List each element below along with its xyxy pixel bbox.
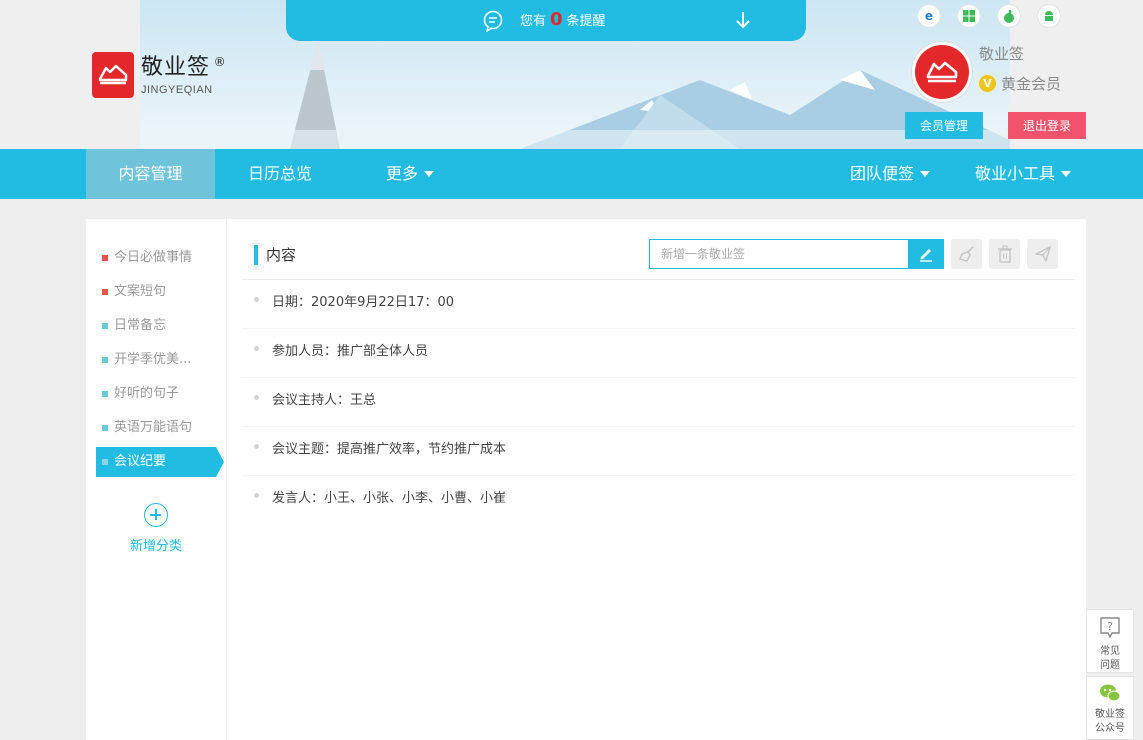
nav-more[interactable]: 更多 [345, 149, 475, 199]
trash-icon [997, 245, 1012, 263]
delete-button[interactable] [989, 239, 1020, 269]
brand-name: 敬业签 ® [141, 54, 226, 82]
note-item[interactable]: 日期：2020年9月22日17：00 [242, 280, 1075, 329]
note-item[interactable]: 参加人员：推广部全体人员 [242, 329, 1075, 378]
wechat-label: 敬业签 公众号 [1095, 709, 1125, 734]
category-item[interactable]: 好听的句子 [96, 379, 216, 409]
category-dot [102, 255, 108, 261]
windows-icon[interactable] [958, 5, 980, 27]
header: 敬业签® JINGYEQIAN 您有0条提醒 e 敬业签 V 黄金会员 会 [0, 0, 1143, 149]
note-item[interactable]: 会议主题：提高推广效率，节约推广成本 [242, 427, 1075, 476]
category-item[interactable]: 今日必做事情 [96, 243, 216, 273]
category-sidebar: 今日必做事情 文案短句 日常备忘 开学季优美... 好听的句子 英语万能语句 会… [86, 219, 227, 740]
ie-icon[interactable]: e [918, 5, 940, 27]
brand-name-en: JINGYEQIAN [141, 84, 213, 96]
brand-logo[interactable]: 敬业签 ® JINGYEQIAN [92, 52, 226, 98]
svg-text:?: ? [1107, 620, 1113, 633]
nav-content-management[interactable]: 内容管理 [86, 149, 215, 199]
vip-badge-icon: V [979, 75, 996, 92]
category-item[interactable]: 日常备忘 [96, 311, 216, 341]
content-panel: 今日必做事情 文案短句 日常备忘 开学季优美... 好听的句子 英语万能语句 会… [86, 219, 1086, 740]
wechat-icon [1100, 684, 1121, 702]
reminder-bar[interactable]: 您有 0 条提醒 [286, 0, 806, 41]
new-note-input[interactable] [649, 239, 909, 269]
category-dot [102, 425, 108, 431]
note-list: 日期：2020年9月22日17：00 参加人员：推广部全体人员 会议主持人：王总… [242, 280, 1075, 525]
note-item[interactable]: 发言人：小王、小张、小李、小曹、小崔 [242, 476, 1075, 525]
question-icon: ? [1100, 617, 1120, 639]
member-level: V 黄金会员 [979, 73, 1061, 94]
message-icon [482, 10, 504, 36]
nav-calendar-overview[interactable]: 日历总览 [215, 149, 345, 199]
send-button[interactable] [1027, 239, 1058, 269]
logout-button[interactable]: 退出登录 [1008, 112, 1086, 139]
wechat-float-button[interactable]: 敬业签 公众号 [1086, 676, 1134, 740]
avatar-logo-icon [915, 45, 969, 99]
faq-float-button[interactable]: ? 常见 问题 [1086, 609, 1134, 673]
category-item[interactable]: 英语万能语句 [96, 413, 216, 443]
category-dot [102, 391, 108, 397]
paper-plane-icon [1034, 246, 1051, 262]
category-dot [102, 357, 108, 363]
edit-button[interactable] [908, 239, 944, 269]
category-dot [102, 323, 108, 329]
apple-icon[interactable] [998, 5, 1020, 27]
caret-down-icon [1061, 170, 1071, 177]
caret-down-icon [424, 170, 434, 177]
add-category-button[interactable]: 新增分类 [126, 503, 186, 554]
reminder-text: 您有 0 条提醒 [520, 9, 606, 30]
category-item-active[interactable]: 会议纪要 [96, 447, 224, 477]
faq-label: 常见 问题 [1100, 646, 1120, 671]
content-title: 内容 [254, 245, 296, 265]
category-dot [102, 459, 108, 465]
note-item[interactable]: 会议主持人：王总 [242, 378, 1075, 427]
category-item[interactable]: 开学季优美... [96, 345, 216, 375]
user-name: 敬业签 [979, 45, 1025, 63]
arrow-down-icon[interactable] [734, 10, 752, 34]
main-nav: 内容管理 日历总览 更多 团队便签 敬业小工具 [0, 149, 1143, 199]
avatar[interactable] [912, 42, 972, 102]
member-management-button[interactable]: 会员管理 [905, 112, 983, 139]
clean-button[interactable] [951, 239, 982, 269]
plus-circle-icon [144, 503, 168, 527]
add-category-label: 新增分类 [129, 539, 182, 554]
nav-team-notes[interactable]: 团队便签 [830, 149, 950, 199]
registered-mark: ® [213, 55, 227, 69]
pencil-icon [920, 249, 932, 262]
category-item[interactable]: 文案短句 [96, 277, 216, 307]
category-dot [102, 289, 108, 295]
caret-down-icon [920, 170, 930, 177]
broom-icon [958, 246, 974, 262]
logo-icon [92, 52, 134, 98]
reminder-count: 0 [550, 9, 563, 30]
nav-tools[interactable]: 敬业小工具 [960, 149, 1086, 199]
platform-links: e [918, 5, 1060, 27]
android-icon[interactable] [1038, 5, 1060, 27]
